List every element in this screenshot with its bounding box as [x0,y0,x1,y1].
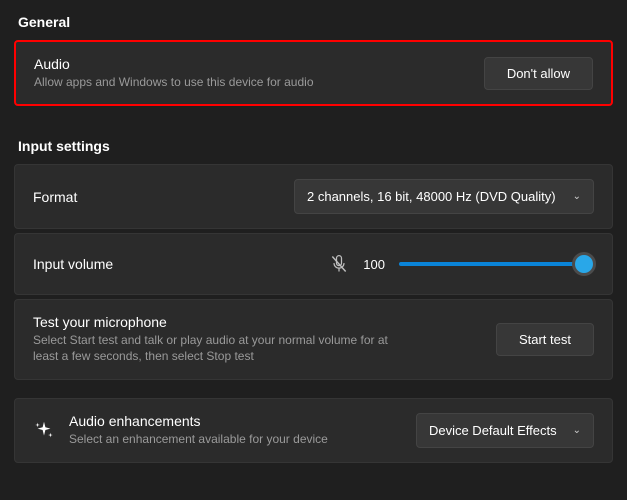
enhancements-text: Audio enhancements Select an enhancement… [69,413,328,447]
format-label: Format [33,189,77,205]
audio-title: Audio [34,56,314,72]
audio-permission-card: Audio Allow apps and Windows to use this… [14,40,613,106]
sparkle-icon [33,419,55,441]
chevron-down-icon: ⌄ [573,425,581,436]
enhancements-title: Audio enhancements [69,413,328,429]
test-text: Test your microphone Select Start test a… [33,314,393,364]
enhancements-dropdown[interactable]: Device Default Effects ⌄ [416,413,594,448]
enhancements-value: Device Default Effects [429,423,557,438]
audio-text: Audio Allow apps and Windows to use this… [34,56,314,90]
volume-value: 100 [363,257,385,272]
test-title: Test your microphone [33,314,393,330]
enhancements-lead: Audio enhancements Select an enhancement… [33,413,328,447]
input-volume-label: Input volume [33,256,113,272]
format-value: 2 channels, 16 bit, 48000 Hz (DVD Qualit… [307,189,556,204]
chevron-down-icon: ⌄ [573,191,581,202]
input-settings-header: Input settings [18,138,609,154]
format-dropdown[interactable]: 2 channels, 16 bit, 48000 Hz (DVD Qualit… [294,179,594,214]
slider-thumb[interactable] [572,252,596,276]
general-header: General [18,14,609,30]
start-test-button[interactable]: Start test [496,323,594,356]
dont-allow-button[interactable]: Don't allow [484,57,593,90]
audio-subtitle: Allow apps and Windows to use this devic… [34,74,314,90]
slider-track [399,262,594,266]
enhancements-subtitle: Select an enhancement available for your… [69,431,328,447]
test-microphone-card: Test your microphone Select Start test a… [14,299,613,379]
test-subtitle: Select Start test and talk or play audio… [33,332,393,364]
input-volume-card: Input volume 100 [14,233,613,295]
audio-enhancements-card[interactable]: Audio enhancements Select an enhancement… [14,398,613,463]
microphone-muted-icon[interactable] [329,254,349,274]
volume-controls: 100 [329,254,594,274]
volume-slider[interactable] [399,256,594,272]
format-card: Format 2 channels, 16 bit, 48000 Hz (DVD… [14,164,613,229]
